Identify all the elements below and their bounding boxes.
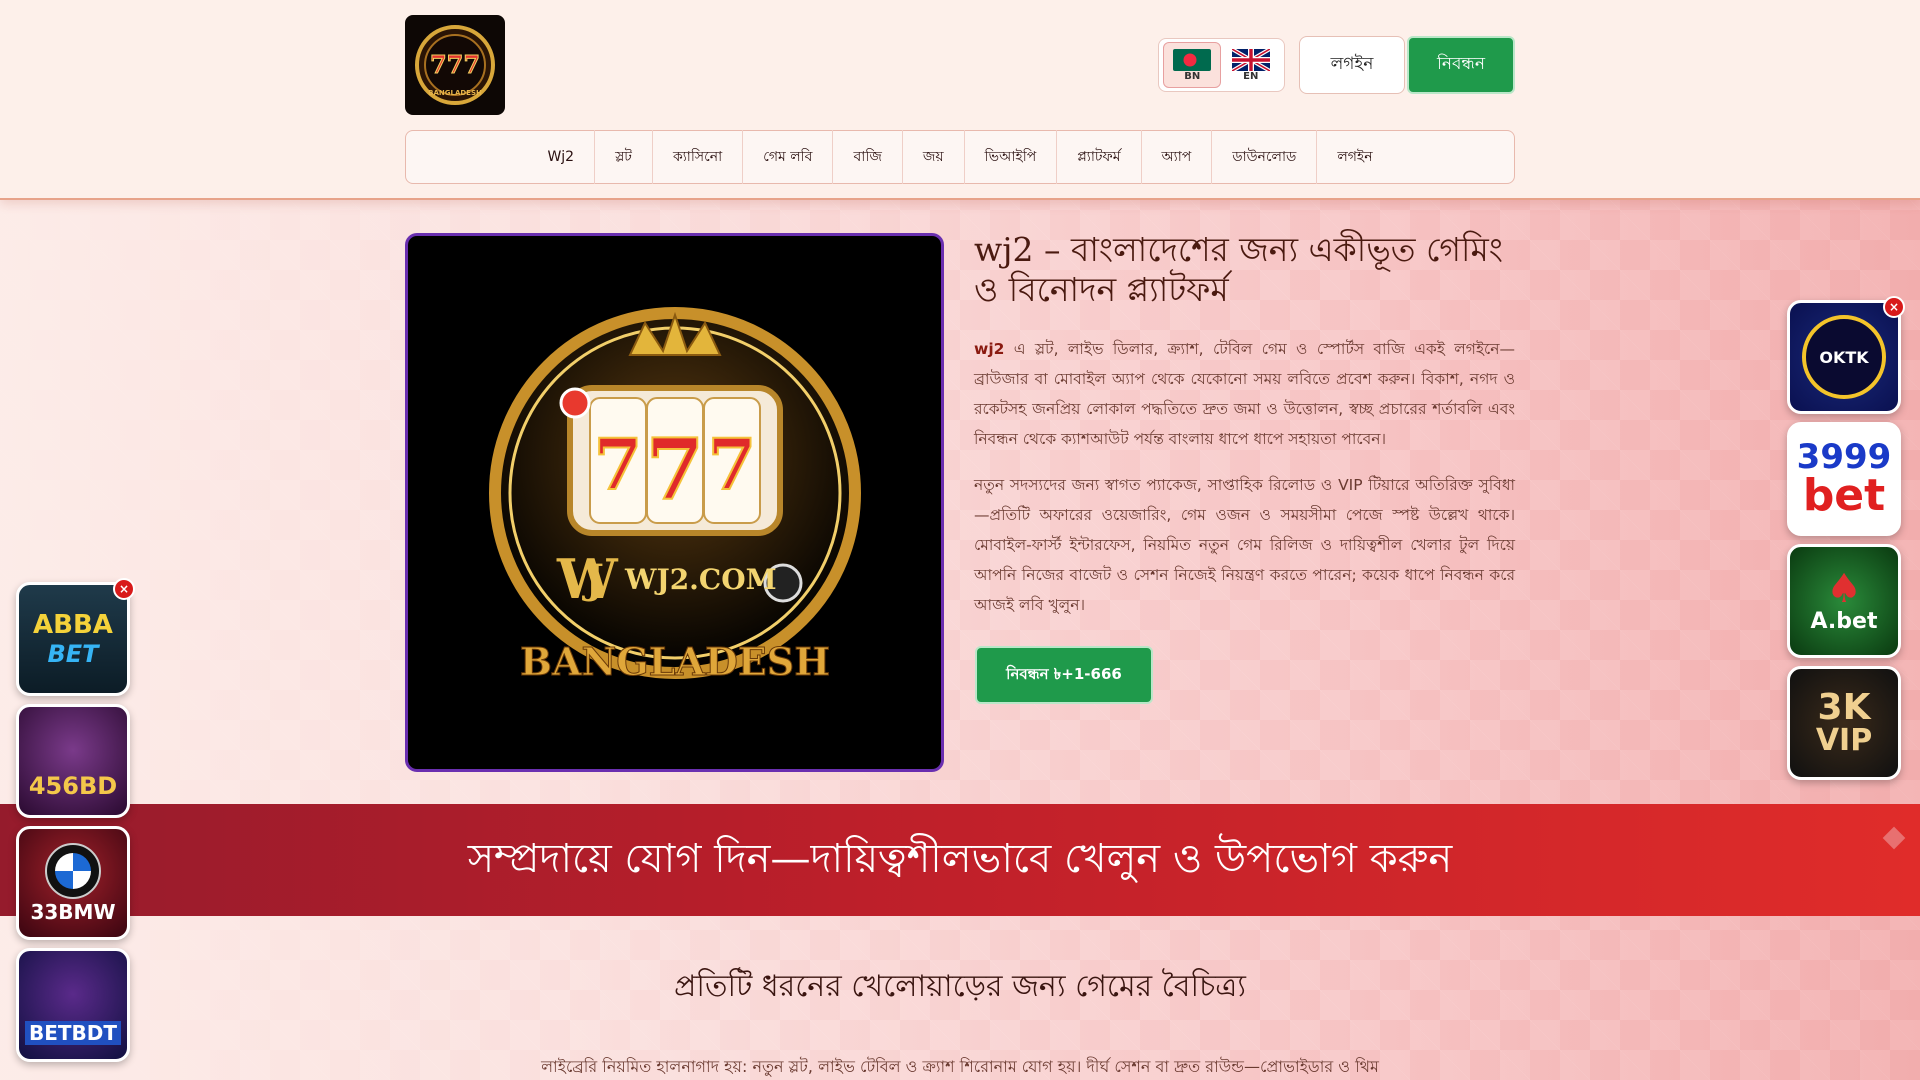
register-button[interactable]: নিবন্ধন bbox=[1407, 36, 1515, 94]
ad-betbdt[interactable]: BETBDT bbox=[16, 948, 130, 1062]
nav-item-win[interactable]: জয় bbox=[903, 130, 965, 184]
svg-text:7: 7 bbox=[645, 420, 703, 519]
ad-3kvip-line1: 3K bbox=[1817, 687, 1871, 728]
nav-item-game-lobby[interactable]: গেম লবি bbox=[743, 130, 834, 184]
slot-777-emblem-icon: 7 7 7 W J WJ2.COM BANGLADESH bbox=[488, 306, 861, 684]
hero-paragraph-1: wj2 এ স্লট, লাইভ ডিলার, ক্র্যাশ, টেবিল গ… bbox=[974, 334, 1515, 454]
hero-image: 7 7 7 W J WJ2.COM BANGLADESH bbox=[405, 233, 944, 772]
ad-betbdt-label: BETBDT bbox=[24, 1021, 122, 1045]
ad-33bmw-label: 33BMW bbox=[30, 900, 116, 924]
hero-paragraph-1-text: এ স্লট, লাইভ ডিলার, ক্র্যাশ, টেবিল গেম ও… bbox=[974, 340, 1515, 448]
ad-oktk[interactable]: OKTK bbox=[1787, 300, 1901, 414]
bd-flag-icon bbox=[1173, 48, 1212, 71]
emblem-site-text: WJ2.COM bbox=[624, 563, 777, 596]
banner-text: সম্প্রদায়ে যোগ দিন—দায়িত্বশীলভাবে খেলু… bbox=[467, 835, 1453, 882]
nav-item-slot[interactable]: স্লট bbox=[595, 130, 653, 184]
nav-item-platform[interactable]: প্ল্যাটফর্ম bbox=[1057, 130, 1142, 184]
site-logo[interactable]: 777 BANGLADESH bbox=[405, 15, 505, 115]
login-button[interactable]: লগইন bbox=[1299, 36, 1405, 94]
nav-item-download[interactable]: ডাউনলোড bbox=[1212, 130, 1318, 184]
emblem-country-text: BANGLADESH bbox=[519, 639, 829, 684]
nav-item-casino[interactable]: ক্যাসিনো bbox=[653, 130, 744, 184]
nav-item-vip[interactable]: ভিআইপি bbox=[965, 130, 1058, 184]
hero-register-button[interactable]: নিবন্ধন ৳+1-666 bbox=[975, 646, 1153, 704]
ad-456bd[interactable]: 456BD bbox=[16, 704, 130, 818]
left-ad-column: ABBA BET 456BD 33BMW BETBDT bbox=[16, 582, 130, 1062]
section-title: প্রতিটি ধরনের খেলোয়াড়ের জন্য গেমের বৈচ… bbox=[673, 969, 1247, 1004]
svg-text:7: 7 bbox=[707, 423, 756, 506]
ad-abet-label: A.bet bbox=[1810, 608, 1878, 634]
oktk-badge: OKTK bbox=[1802, 315, 1886, 399]
ad-456bd-label: 456BD bbox=[28, 772, 118, 800]
ad-3kvip-line2: VIP bbox=[1815, 723, 1873, 758]
nav-item-wj2[interactable]: Wj2 bbox=[527, 130, 596, 184]
close-left-ads-button[interactable]: × bbox=[113, 578, 135, 600]
language-switcher: BN EN bbox=[1158, 38, 1285, 92]
ad-3999bet-line2: bet bbox=[1802, 470, 1886, 521]
svg-text:777: 777 bbox=[430, 50, 480, 79]
close-right-ads-button[interactable]: × bbox=[1883, 296, 1905, 318]
ad-abba-bet-line2: BET bbox=[47, 640, 99, 668]
ad-3kvip[interactable]: 3K VIP bbox=[1787, 666, 1901, 780]
ad-abba-bet[interactable]: ABBA BET bbox=[16, 582, 130, 696]
lang-option-en[interactable]: EN bbox=[1222, 42, 1280, 88]
ad-33bmw[interactable]: 33BMW bbox=[16, 826, 130, 940]
hero-title: wj2 – বাংলাদেশের জন্য একীভূত গেমিং ও বিন… bbox=[974, 230, 1504, 309]
logo-777-icon: 777 BANGLADESH bbox=[415, 25, 495, 105]
section-subtitle: লাইব্রেরি নিয়মিত হালনাগাদ হয়: নতুন স্ল… bbox=[541, 1057, 1379, 1076]
nav-item-app[interactable]: অ্যাপ bbox=[1142, 130, 1213, 184]
ad-3999bet[interactable]: 3999 bet bbox=[1787, 422, 1901, 536]
svg-text:7: 7 bbox=[593, 423, 642, 506]
hero-paragraph-2: নতুন সদস্যদের জন্য স্বাগত প্যাকেজ, সাপ্ত… bbox=[974, 476, 1515, 614]
ad-abet[interactable]: ♠ A.bet bbox=[1787, 544, 1901, 658]
spade-icon: ♠ bbox=[1826, 565, 1862, 612]
uk-flag-icon bbox=[1231, 48, 1270, 71]
ad-oktk-label: OKTK bbox=[1819, 347, 1869, 367]
right-ad-column: OKTK 3999 bet ♠ A.bet 3K VIP bbox=[1787, 300, 1901, 780]
ad-3999bet-line1: 3999 bbox=[1796, 437, 1892, 477]
main-nav: Wj2 স্লট ক্যাসিনো গেম লবি বাজি জয় ভিআইপ… bbox=[405, 130, 1515, 184]
lang-code-en: EN bbox=[1243, 70, 1259, 82]
lang-code-bn: BN bbox=[1184, 70, 1201, 82]
svg-text:J: J bbox=[582, 556, 604, 603]
svg-text:BANGLADESH: BANGLADESH bbox=[428, 89, 482, 97]
community-banner: সম্প্রদায়ে যোগ দিন—দায়িত্বশীলভাবে খেলু… bbox=[0, 804, 1920, 916]
site-header: 777 BANGLADESH BN EN লগইন নিবন্ধন Wj2 স্… bbox=[0, 0, 1920, 200]
lang-option-bn[interactable]: BN bbox=[1163, 42, 1222, 88]
bmw-logo-icon bbox=[45, 843, 101, 899]
brand-link[interactable]: wj2 bbox=[974, 340, 1004, 358]
nav-item-bet[interactable]: বাজি bbox=[833, 130, 903, 184]
ad-abba-bet-line1: ABBA bbox=[33, 610, 113, 640]
nav-item-login[interactable]: লগইন bbox=[1317, 130, 1392, 184]
